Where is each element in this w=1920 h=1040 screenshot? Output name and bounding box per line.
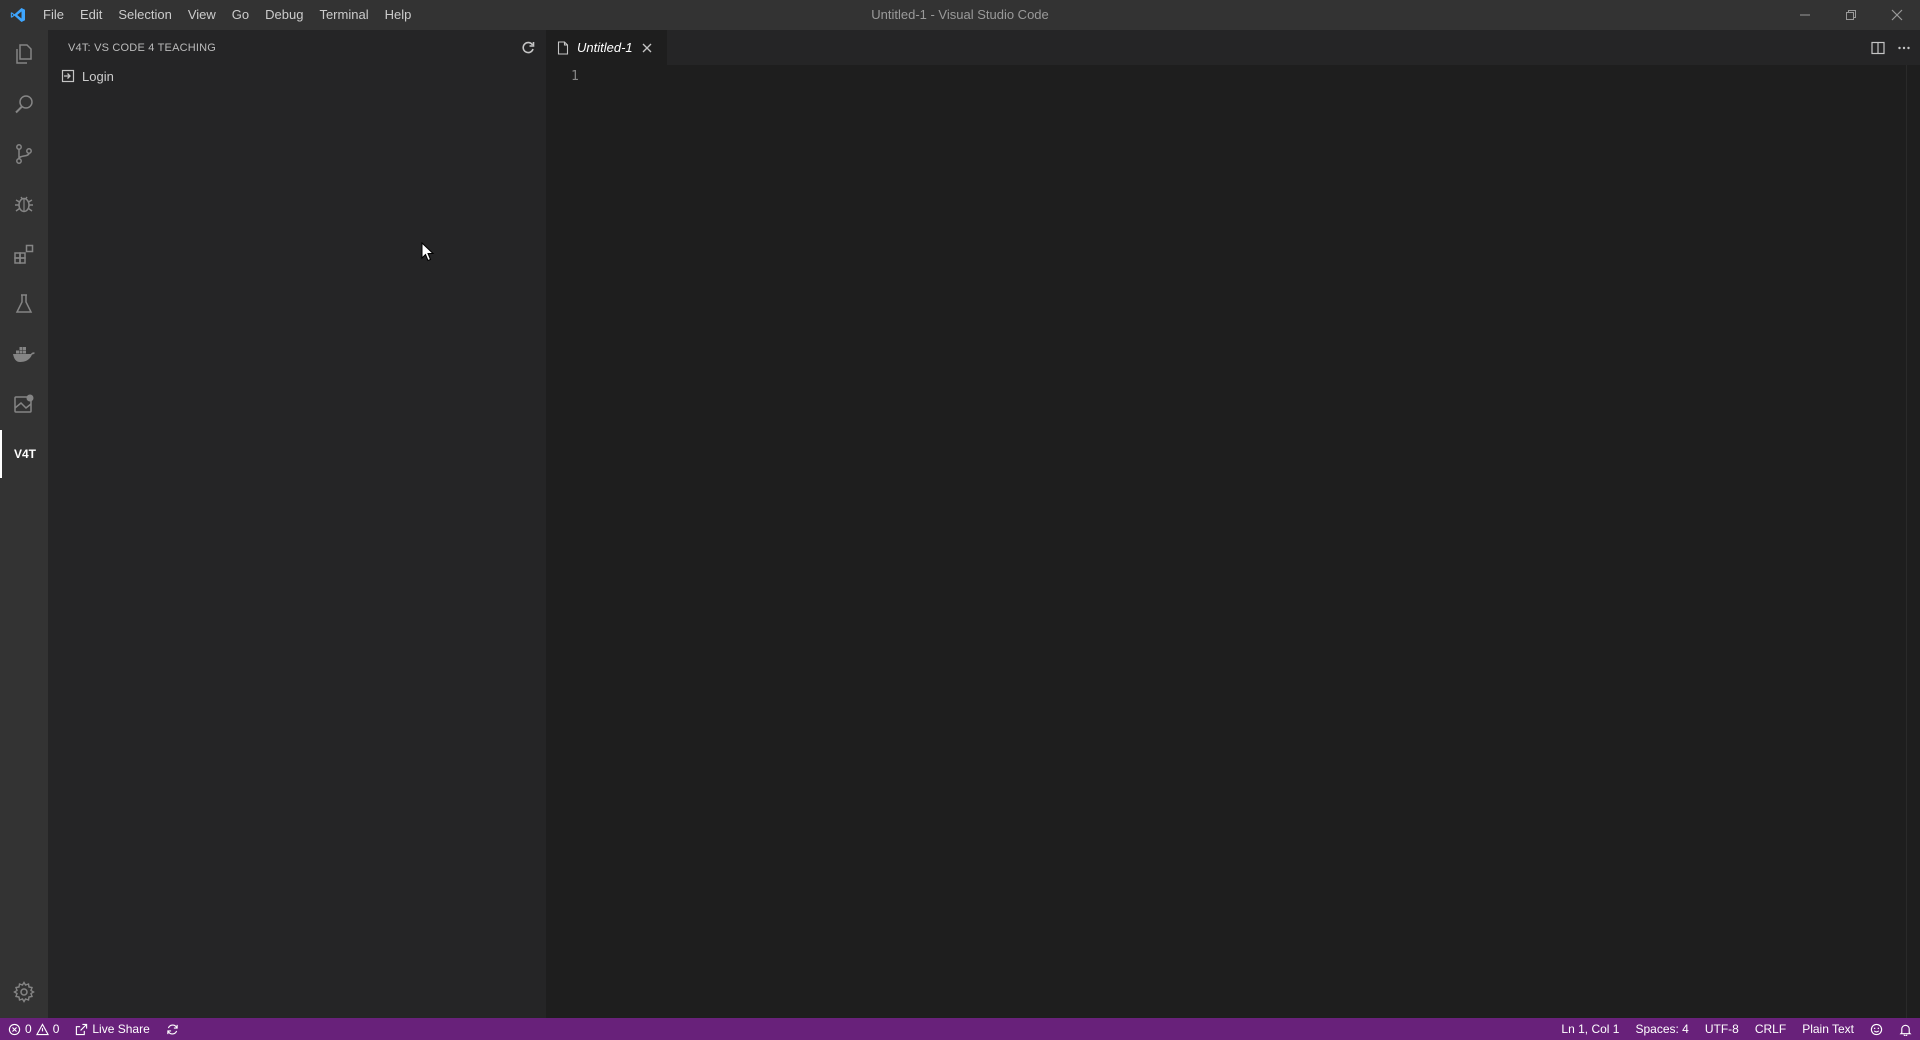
activity-extensions[interactable] xyxy=(0,230,48,278)
editor-tabs: Untitled-1 xyxy=(547,30,1920,65)
close-window-button[interactable] xyxy=(1874,0,1920,30)
warning-count: 0 xyxy=(52,1022,60,1036)
menu-view[interactable]: View xyxy=(180,0,224,30)
feedback-button[interactable] xyxy=(1862,1018,1891,1040)
smiley-icon xyxy=(1870,1023,1883,1035)
activity-docker[interactable] xyxy=(0,330,48,378)
sidebar: V4T: VS CODE 4 TEACHING Login xyxy=(48,30,546,1018)
close-icon xyxy=(642,43,652,52)
menu-bar: File Edit Selection View Go Debug Termin… xyxy=(35,0,419,30)
vscode-logo-icon xyxy=(0,0,35,30)
cursor-position[interactable]: Ln 1, Col 1 xyxy=(1553,1018,1627,1040)
ellipsis-icon xyxy=(1898,46,1910,49)
line-number: 1 xyxy=(571,69,579,84)
problems-indicator[interactable]: 0 0 xyxy=(0,1018,67,1040)
refresh-button[interactable] xyxy=(520,40,536,56)
encoding[interactable]: UTF-8 xyxy=(1697,1018,1747,1040)
menu-go[interactable]: Go xyxy=(224,0,257,30)
activity-source-control[interactable] xyxy=(0,130,48,178)
files-icon xyxy=(16,44,32,64)
activity-bar: V4T xyxy=(0,30,48,1018)
more-actions-button[interactable] xyxy=(1896,40,1912,56)
editor-scrollbar[interactable] xyxy=(1906,65,1920,1018)
close-icon xyxy=(1891,9,1903,21)
activity-v4t[interactable]: V4T xyxy=(0,430,48,478)
flask-icon xyxy=(15,294,33,313)
sidebar-title: V4T: VS CODE 4 TEACHING xyxy=(68,41,217,54)
bug-icon xyxy=(15,196,33,213)
refresh-icon xyxy=(522,41,535,53)
tree-item-login[interactable]: Login xyxy=(48,65,546,87)
vscode-window: File Edit Selection View Go Debug Termin… xyxy=(0,0,1920,1040)
error-icon xyxy=(8,1023,21,1035)
sync-button[interactable] xyxy=(158,1018,187,1040)
error-count: 0 xyxy=(25,1022,32,1036)
window-controls xyxy=(1782,0,1920,30)
editor-area: Untitled-1 1 xyxy=(547,30,1920,1018)
menu-debug[interactable]: Debug xyxy=(257,0,311,30)
restore-button[interactable] xyxy=(1828,0,1874,30)
minimize-button[interactable] xyxy=(1782,0,1828,30)
activity-search[interactable] xyxy=(0,80,48,128)
menu-edit[interactable]: Edit xyxy=(72,0,110,30)
gear-icon xyxy=(13,981,35,1003)
menu-help[interactable]: Help xyxy=(377,0,420,30)
activity-remote[interactable] xyxy=(0,380,48,428)
menu-terminal[interactable]: Terminal xyxy=(311,0,376,30)
tab-label: Untitled-1 xyxy=(577,40,633,55)
status-bar: 0 0 Live Share Ln 1, Col 1 Spaces: 4 UTF… xyxy=(0,1018,1920,1040)
sign-in-icon xyxy=(60,68,76,84)
activity-test[interactable] xyxy=(0,280,48,328)
title-bar: File Edit Selection View Go Debug Termin… xyxy=(0,0,1920,30)
docker-icon xyxy=(13,347,35,362)
live-share-icon xyxy=(76,1023,88,1035)
indentation[interactable]: Spaces: 4 xyxy=(1627,1018,1696,1040)
menu-file[interactable]: File xyxy=(35,0,72,30)
end-of-line[interactable]: CRLF xyxy=(1747,1018,1794,1040)
remote-explorer-icon xyxy=(14,394,34,413)
split-editor-button[interactable] xyxy=(1870,40,1886,56)
tree-item-label: Login xyxy=(82,68,114,84)
split-editor-icon xyxy=(1871,41,1885,54)
live-share-label: Live Share xyxy=(92,1022,150,1036)
sync-icon xyxy=(167,1024,178,1034)
extensions-icon xyxy=(14,244,34,264)
file-icon xyxy=(557,40,569,55)
warning-icon xyxy=(35,1022,49,1035)
live-share-button[interactable]: Live Share xyxy=(67,1018,157,1040)
tab-close-button[interactable] xyxy=(641,42,653,54)
activity-debug[interactable] xyxy=(0,180,48,228)
sidebar-header: V4T: VS CODE 4 TEACHING xyxy=(48,30,546,65)
notifications-button[interactable] xyxy=(1891,1018,1920,1040)
mouse-pointer-icon xyxy=(421,241,435,266)
restore-icon xyxy=(1846,10,1856,20)
language-mode[interactable]: Plain Text xyxy=(1794,1018,1862,1040)
manage-button[interactable] xyxy=(0,968,48,1016)
tab-untitled-1[interactable]: Untitled-1 xyxy=(547,30,667,65)
menu-selection[interactable]: Selection xyxy=(110,0,179,30)
v4t-label: V4T xyxy=(13,447,36,461)
editor-text-area[interactable]: 1 xyxy=(547,65,1920,1018)
bell-icon xyxy=(1899,1024,1912,1036)
editor-actions xyxy=(1870,30,1912,65)
source-control-icon xyxy=(16,144,32,164)
minimize-icon xyxy=(1800,14,1810,16)
activity-explorer[interactable] xyxy=(0,30,48,78)
search-icon xyxy=(15,95,33,114)
